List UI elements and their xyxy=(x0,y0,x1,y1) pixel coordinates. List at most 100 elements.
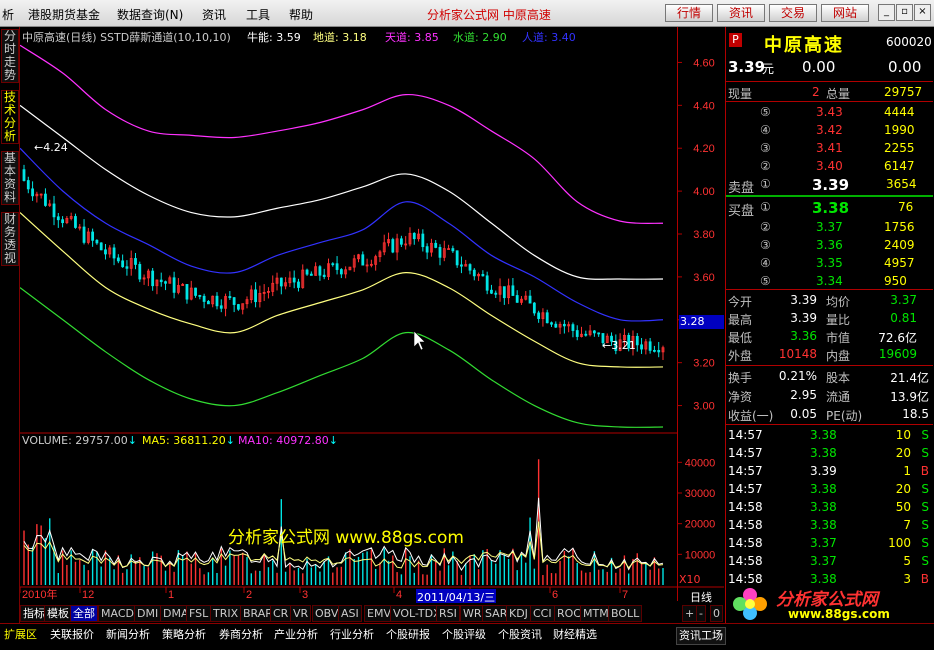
channel-line-天道 xyxy=(20,44,664,225)
chart-canvas[interactable]: 4.604.404.204.003.803.603.403.203.004000… xyxy=(20,27,724,601)
tab-financials[interactable]: 财务透视 xyxy=(1,212,19,266)
indicator-tab[interactable]: TRIX xyxy=(210,605,242,622)
y-tick-label: 3.80 xyxy=(693,229,714,241)
indicator-tab[interactable]: RSI xyxy=(436,605,460,622)
menu-item-hk-futures[interactable]: 港股期货基金 xyxy=(28,6,100,23)
function-tab[interactable]: 产业分析 xyxy=(272,627,320,643)
low-marker: ←3.21 xyxy=(602,339,636,352)
candle-body xyxy=(198,295,202,297)
indicator-tab[interactable]: DMI xyxy=(134,605,162,622)
sell-volume: 4444 xyxy=(884,105,915,119)
buy-row-5[interactable]: ⑤ 3.34 950 xyxy=(726,272,933,290)
candle-body xyxy=(202,295,206,302)
indicator-tab[interactable]: MTM xyxy=(580,605,612,622)
function-tab[interactable]: 财经精选 xyxy=(551,627,599,643)
function-bar: 资讯工场 扩展区 关联报价 新闻分析 策略分析 券商分析 产业分析 行业分析 个股研报 个股评级… xyxy=(0,623,934,650)
channel-line-地道 xyxy=(20,212,664,368)
vol-unit: X10 xyxy=(679,573,701,586)
sell-row-3[interactable]: ③ 3.41 2255 xyxy=(726,139,933,157)
nav-control-button[interactable]: 0 xyxy=(710,605,723,622)
buy-level: ② xyxy=(760,220,771,234)
indicator-tab[interactable]: ASI xyxy=(338,605,362,622)
indicator-tab[interactable]: KDJ xyxy=(506,605,531,622)
indicator-tab[interactable]: 全部 xyxy=(70,605,98,622)
tick-time: 14:57 xyxy=(728,464,763,478)
indicator-tab[interactable]: CCI xyxy=(530,605,555,622)
candle-body xyxy=(215,295,219,307)
buy-row-3[interactable]: ③ 3.36 2409 xyxy=(726,236,933,254)
tick-side: S xyxy=(921,482,929,496)
function-tab[interactable]: 个股资讯 xyxy=(496,627,544,643)
news-workshop-button[interactable]: 资讯工场 xyxy=(676,627,726,645)
function-tab[interactable]: 券商分析 xyxy=(217,627,265,643)
indicator-tab[interactable]: 模板 xyxy=(44,605,72,622)
buy-row-1[interactable]: 买盘 ① 3.38 76 xyxy=(726,198,933,219)
candle-body xyxy=(485,275,489,291)
menu-item-help[interactable]: 帮助 xyxy=(289,6,313,23)
vol-tick-label: 30000 xyxy=(685,488,716,500)
minimize-icon[interactable]: _ xyxy=(878,4,895,21)
indicator-tab[interactable]: FSL xyxy=(186,605,212,622)
tick-side: S xyxy=(921,554,929,568)
tick-side: B xyxy=(920,464,929,478)
sell-volume: 1990 xyxy=(884,123,915,137)
indicator-tab[interactable]: OBV xyxy=(312,605,342,622)
sell-level: ③ xyxy=(760,141,771,155)
sell-row-1[interactable]: 卖盘 ① 3.39 3654 xyxy=(726,175,933,196)
vol-tick-label: 20000 xyxy=(685,519,716,531)
indicator-tab[interactable]: MACD xyxy=(98,605,137,622)
function-tab[interactable]: 扩展区 xyxy=(2,627,39,643)
tick-price: 3.38 xyxy=(810,572,837,586)
buy-row-2[interactable]: ② 3.37 1756 xyxy=(726,218,933,236)
sell-row-2[interactable]: ② 3.40 6147 xyxy=(726,157,933,175)
indicator-tab[interactable]: CR xyxy=(270,605,292,622)
candle-body xyxy=(61,219,64,224)
button-quotes[interactable]: 行情 xyxy=(665,4,713,22)
indicator-tab[interactable]: VR xyxy=(290,605,312,622)
candle-body xyxy=(532,302,536,314)
tab-fundamentals[interactable]: 基本资料 xyxy=(1,151,19,205)
candle-body xyxy=(116,257,120,262)
window-title: 分析家公式网 中原高速 xyxy=(427,8,551,22)
nav-control-button[interactable]: - xyxy=(696,605,706,622)
tab-intraday[interactable]: 分时走势 xyxy=(1,29,19,83)
stat-label: 市值 xyxy=(826,331,851,345)
tick-price: 3.38 xyxy=(810,482,837,496)
button-website[interactable]: 网站 xyxy=(821,4,869,22)
restore-icon[interactable]: ▫ xyxy=(896,4,913,21)
function-tab[interactable]: 关联报价 xyxy=(48,627,96,643)
function-tab[interactable]: 个股评级 xyxy=(440,627,488,643)
candle-body xyxy=(22,169,26,181)
indicator-tab[interactable]: WR xyxy=(460,605,485,622)
function-tab[interactable]: 新闻分析 xyxy=(104,627,152,643)
candle-body xyxy=(502,286,506,299)
button-info[interactable]: 资讯 xyxy=(717,4,765,22)
button-trade[interactable]: 交易 xyxy=(769,4,817,22)
sell-row-5[interactable]: ⑤ 3.43 4444 xyxy=(726,103,933,121)
kline-chart[interactable]: 4.604.404.204.003.803.603.403.203.004000… xyxy=(20,27,724,605)
menu-item-analysis[interactable]: 析 xyxy=(2,6,14,23)
buy-price: 3.37 xyxy=(816,220,843,234)
function-tab[interactable]: 个股研报 xyxy=(384,627,432,643)
buy-row-4[interactable]: ④ 3.35 4957 xyxy=(726,254,933,272)
tick-time: 14:58 xyxy=(728,500,763,514)
buy-price: 3.38 xyxy=(812,199,850,217)
candle-body xyxy=(399,238,403,245)
menu-item-data-query[interactable]: 数据查询(N) xyxy=(117,6,183,23)
sell-row-4[interactable]: ④ 3.42 1990 xyxy=(726,121,933,139)
sell-label: 卖盘 xyxy=(728,181,755,196)
nav-control-button[interactable]: + xyxy=(682,605,698,622)
y-tick-label: 3.20 xyxy=(693,358,714,370)
candle-body xyxy=(99,242,103,251)
close-icon[interactable]: × xyxy=(914,4,931,21)
tab-technical[interactable]: 技术分析 xyxy=(1,90,19,144)
function-tab[interactable]: 行业分析 xyxy=(328,627,376,643)
menu-item-news[interactable]: 资讯 xyxy=(202,6,226,23)
candle-body xyxy=(318,266,322,276)
tick-time: 14:57 xyxy=(728,446,763,460)
buy-volume: 76 xyxy=(898,200,914,214)
candle-body xyxy=(52,203,56,218)
indicator-tab[interactable]: BOLL xyxy=(608,605,643,622)
function-tab[interactable]: 策略分析 xyxy=(160,627,208,643)
menu-item-tools[interactable]: 工具 xyxy=(246,6,270,23)
